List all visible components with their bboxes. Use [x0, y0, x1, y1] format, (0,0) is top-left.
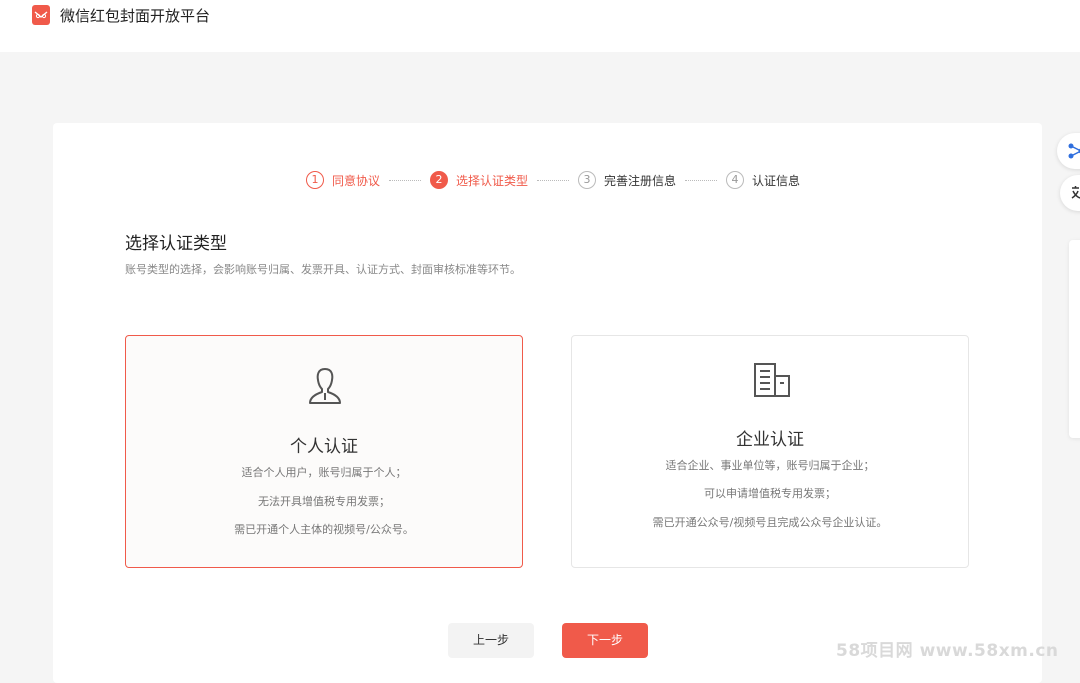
step-4-number: 4 — [726, 171, 744, 189]
personal-cert-desc-1: 适合个人用户，账号归属于个人； — [126, 464, 522, 480]
watermark: 58项目网 www.58xm.cn — [836, 636, 1059, 661]
translate-icon — [1070, 185, 1080, 201]
app-title: 微信红包封面开放平台 — [60, 6, 210, 26]
step-2-label: 选择认证类型 — [456, 172, 528, 189]
step-2: 2 选择认证类型 — [430, 171, 528, 189]
step-2-number: 2 — [430, 171, 448, 189]
personal-cert-option[interactable]: 个人认证 适合个人用户，账号归属于个人； 无法开具增值税专用发票； 需已开通个人… — [125, 335, 523, 568]
floating-translate-button[interactable] — [1060, 175, 1080, 211]
section-title: 选择认证类型 — [125, 229, 227, 254]
step-1: 1 同意协议 — [306, 171, 380, 189]
personal-cert-desc-2: 无法开具增值税专用发票； — [126, 493, 522, 509]
share-nodes-icon — [1067, 142, 1080, 160]
step-connector — [685, 180, 717, 181]
personal-cert-title: 个人认证 — [126, 432, 522, 457]
enterprise-cert-desc-3: 需已开通公众号/视频号且完成公众号企业认证。 — [572, 514, 968, 530]
prev-step-button[interactable]: 上一步 — [448, 623, 534, 658]
section-description: 账号类型的选择，会影响账号归属、发票开具、认证方式、封面审核标准等环节。 — [125, 261, 521, 277]
step-indicator: 1 同意协议 2 选择认证类型 3 完善注册信息 4 认证信息 — [306, 170, 800, 190]
enterprise-cert-option[interactable]: 企业认证 适合企业、事业单位等，账号归属于企业； 可以申请增值税专用发票； 需已… — [571, 335, 969, 568]
red-envelope-logo-icon — [32, 5, 50, 25]
next-step-button[interactable]: 下一步 — [562, 623, 648, 658]
enterprise-cert-desc-1: 适合企业、事业单位等，账号归属于企业； — [572, 457, 968, 473]
personal-cert-desc-3: 需已开通个人主体的视频号/公众号。 — [126, 521, 522, 537]
floating-share-button[interactable] — [1057, 133, 1080, 169]
step-3-label: 完善注册信息 — [604, 172, 676, 189]
top-bar: 微信红包封面开放平台 — [0, 0, 1080, 52]
main-card: 1 同意协议 2 选择认证类型 3 完善注册信息 4 认证信息 选择认证类型 账… — [53, 123, 1042, 683]
step-1-label: 同意协议 — [332, 172, 380, 189]
person-icon — [306, 366, 344, 410]
step-connector — [389, 180, 421, 181]
step-4: 4 认证信息 — [726, 171, 800, 189]
step-connector — [537, 180, 569, 181]
step-1-number: 1 — [306, 171, 324, 189]
step-3: 3 完善注册信息 — [578, 171, 676, 189]
step-4-label: 认证信息 — [752, 172, 800, 189]
step-3-number: 3 — [578, 171, 596, 189]
enterprise-cert-title: 企业认证 — [572, 425, 968, 450]
building-icon — [752, 360, 792, 404]
floating-side-panel[interactable] — [1069, 240, 1080, 438]
enterprise-cert-desc-2: 可以申请增值税专用发票； — [572, 485, 968, 501]
